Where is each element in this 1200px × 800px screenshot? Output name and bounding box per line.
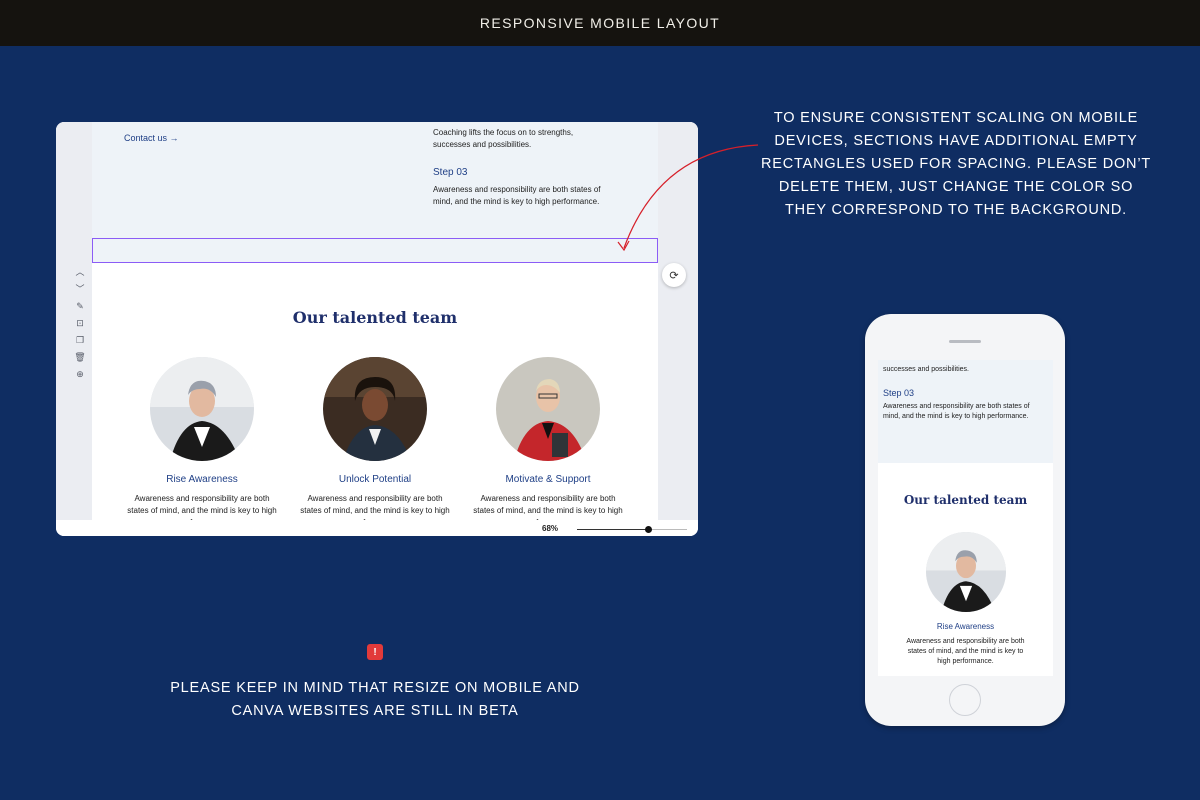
member-description: Awareness and responsibility are both st… xyxy=(127,494,277,520)
contact-link[interactable]: Contact us → xyxy=(124,133,179,143)
duplicate-icon[interactable]: ❐ xyxy=(76,334,84,346)
member-name: Motivate & Support xyxy=(505,474,591,485)
top-bar: RESPONSIVE MOBILE LAYOUT xyxy=(0,0,1200,46)
member-name: Rise Awareness xyxy=(166,474,238,485)
member-description: Awareness and responsibility are both st… xyxy=(300,494,450,520)
annotation-note: TO ENSURE CONSISTENT SCALING ON MOBILE D… xyxy=(761,110,1151,218)
phone-speaker xyxy=(949,340,981,343)
team-member-card: Rise Awareness Awareness and responsibil… xyxy=(122,357,282,520)
member-name: Unlock Potential xyxy=(338,474,412,485)
zoom-bar: 68% xyxy=(56,520,698,536)
zoom-slider-handle[interactable] xyxy=(644,526,652,533)
member-photo xyxy=(323,357,427,461)
phone-screen: successes and possibilities. Step 03 Awa… xyxy=(878,360,1053,676)
phone-mockup: successes and possibilities. Step 03 Awa… xyxy=(865,314,1065,726)
step-text: Awareness and responsibility are both st… xyxy=(433,185,601,206)
phone-top-text: successes and possibilities. xyxy=(883,366,969,373)
lock-icon[interactable]: ⊡ xyxy=(76,317,84,329)
comment-plus-icon: ⟳ xyxy=(669,269,679,282)
page-title: RESPONSIVE MOBILE LAYOUT xyxy=(479,15,721,31)
chevron-up-icon[interactable]: ︿ xyxy=(75,266,84,278)
zoom-level: 68% xyxy=(542,524,559,533)
phone-step-title: Step 03 xyxy=(883,388,915,398)
website-page: Contact us → Coaching lifts the focus on… xyxy=(92,122,658,520)
phone-member-name: Rise Awareness xyxy=(936,622,995,631)
member-description: Awareness and responsibility are both st… xyxy=(473,494,623,520)
phone-home-button[interactable] xyxy=(949,684,981,716)
phone-team-heading: Our talented team xyxy=(903,493,1028,507)
team-member-card: Motivate & Support Awareness and respons… xyxy=(468,357,628,520)
notes-icon[interactable]: ✎ xyxy=(76,300,84,312)
coach-text: Coaching lifts the focus on to strengths… xyxy=(433,128,574,149)
phone-member-description: Awareness and responsibility are both st… xyxy=(906,638,1025,665)
siren-icon: ! xyxy=(367,644,383,660)
trash-icon[interactable]: 🗑 xyxy=(74,351,85,363)
team-member-card: Unlock Potential Awareness and responsib… xyxy=(295,357,455,520)
team-heading: Our talented team xyxy=(292,308,458,327)
phone-steps-section: successes and possibilities. Step 03 Awa… xyxy=(878,360,1053,463)
annotation-arrow xyxy=(617,144,759,252)
member-photo xyxy=(496,357,600,461)
chevron-down-icon[interactable]: ﹀ xyxy=(75,283,84,295)
add-page-icon[interactable]: ⊕ xyxy=(76,368,84,380)
spacer-rectangle[interactable] xyxy=(92,238,658,263)
phone-member-photo xyxy=(926,532,1006,612)
member-photo xyxy=(150,357,254,461)
beta-warning: PLEASE KEEP IN MIND THAT RESIZE ON MOBIL… xyxy=(170,680,580,719)
side-toolbar: ︿ ﹀ ✎ ⊡ ❐ 🗑 ⊕ xyxy=(70,266,90,380)
step-title: Step 03 xyxy=(433,167,468,178)
add-comment-button[interactable]: ⟳ xyxy=(662,263,686,287)
phone-step-text: Awareness and responsibility are both st… xyxy=(883,403,1030,420)
zoom-slider-fill xyxy=(577,529,648,530)
